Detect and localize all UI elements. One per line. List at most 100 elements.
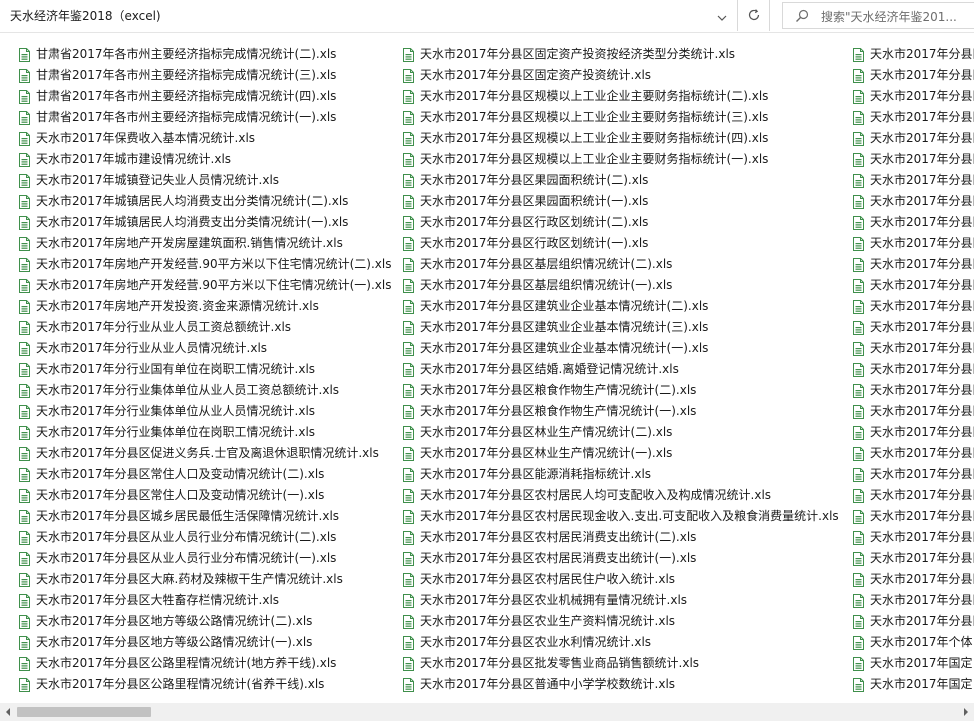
excel-file-icon <box>852 384 865 398</box>
excel-file-icon <box>852 615 865 629</box>
file-name: 天水市2017年分县区常住人口及变动情况统计(一).xls <box>36 488 325 502</box>
file-name: 天水市2017年分行业集体单位从业人员工资总额统计.xls <box>36 383 340 397</box>
file-name: 天水市2017年房地产开发经营.90平方米以下住宅情况统计(一).xls <box>36 278 392 292</box>
excel-file-icon <box>852 594 865 608</box>
file-name: 天水市2017年分县区农业生产资料情况统计.xls <box>420 614 676 628</box>
excel-file-icon <box>18 615 31 629</box>
file-name: 天水市2017年分县区林业生产情况统计(一).xls <box>420 446 673 460</box>
excel-file-icon <box>18 132 31 146</box>
excel-file-icon <box>852 300 865 314</box>
excel-file-icon <box>852 342 865 356</box>
excel-file-icon <box>18 216 31 230</box>
excel-file-icon <box>18 384 31 398</box>
horizontal-scrollbar[interactable] <box>0 703 974 721</box>
excel-file-icon <box>402 258 415 272</box>
file-name: 甘肃省2017年各市州主要经济指标完成情况统计(四).xls <box>36 89 337 103</box>
file-name: 天水市2017年保费收入基本情况统计.xls <box>36 131 256 145</box>
excel-file-icon <box>402 363 415 377</box>
excel-file-icon <box>18 279 31 293</box>
file-name: 天水市2017年城镇居民人均消费支出分类情况统计(一).xls <box>36 215 349 229</box>
file-name: 天水市2017年分行业集体单位从业人员情况统计.xls <box>36 404 316 418</box>
file-name: 天水市2017年分县区 <box>870 173 974 187</box>
file-name: 天水市2017年房地产开发经营.90平方米以下住宅情况统计(二).xls <box>36 257 392 271</box>
file-name: 天水市2017年分县区 <box>870 467 974 481</box>
excel-file-icon <box>852 153 865 167</box>
excel-file-icon <box>402 594 415 608</box>
excel-file-icon <box>852 363 865 377</box>
scroll-thumb[interactable] <box>17 707 151 717</box>
file-name: 天水市2017年分县区促进义务兵.士官及离退休退职情况统计.xls <box>36 446 379 460</box>
address-path-text: 天水经济年鉴2018（excel) <box>10 9 161 23</box>
file-name: 天水市2017年分县区固定资产投资按经济类型分类统计.xls <box>420 47 736 61</box>
excel-file-icon <box>18 363 31 377</box>
file-name: 天水市2017年分县区建筑业企业基本情况统计(一).xls <box>420 341 709 355</box>
excel-file-icon <box>402 321 415 335</box>
file-name: 天水市2017年分县区农村居民住户收入统计.xls <box>420 572 676 586</box>
file-name: 天水市2017年分县区 <box>870 362 974 376</box>
excel-file-icon <box>852 237 865 251</box>
excel-file-icon <box>402 216 415 230</box>
file-name: 天水市2017年分县区大麻.药材及辣椒干生产情况统计.xls <box>36 572 343 586</box>
excel-file-icon <box>18 111 31 125</box>
file-name: 天水市2017年分县区 <box>870 320 974 334</box>
file-name: 天水市2017年分县区基层组织情况统计(二).xls <box>420 257 673 271</box>
search-input[interactable]: 搜索"天水经济年鉴201... <box>821 8 957 25</box>
excel-file-icon <box>18 153 31 167</box>
excel-file-icon <box>18 69 31 83</box>
excel-file-icon <box>402 279 415 293</box>
excel-file-icon <box>402 69 415 83</box>
excel-file-icon <box>852 321 865 335</box>
file-name: 天水市2017年分县区 <box>870 530 974 544</box>
excel-file-icon <box>402 447 415 461</box>
file-name: 天水市2017年分县区 <box>870 236 974 250</box>
excel-file-icon <box>402 342 415 356</box>
file-name: 甘肃省2017年各市州主要经济指标完成情况统计(一).xls <box>36 110 337 124</box>
excel-file-icon <box>402 153 415 167</box>
excel-file-icon <box>18 636 31 650</box>
excel-file-icon <box>402 132 415 146</box>
file-name: 天水市2017年分县区公路里程情况统计(地方养干线).xls <box>36 656 337 670</box>
excel-file-icon <box>402 678 415 692</box>
file-name: 天水市2017年分县区 <box>870 404 974 418</box>
file-name: 天水市2017年分县区城乡居民最低生活保障情况统计.xls <box>36 509 340 523</box>
excel-file-icon <box>852 678 865 692</box>
file-name: 天水市2017年分县区规模以上工业企业主要财务指标统计(三).xls <box>420 110 769 124</box>
excel-file-icon <box>18 531 31 545</box>
address-bar[interactable]: 天水经济年鉴2018（excel) <box>0 0 738 31</box>
excel-file-icon <box>402 237 415 251</box>
excel-file-icon <box>402 384 415 398</box>
excel-file-icon <box>402 111 415 125</box>
file-name: 天水市2017年分县区 <box>870 194 974 208</box>
excel-file-icon <box>18 594 31 608</box>
file-name: 天水市2017年分县区 <box>870 278 974 292</box>
excel-file-icon <box>18 90 31 104</box>
file-name: 天水市2017年国定 <box>870 677 973 691</box>
excel-file-icon <box>402 615 415 629</box>
excel-file-icon <box>852 216 865 230</box>
chevron-down-icon[interactable] <box>716 9 728 21</box>
file-name: 天水市2017年分县区从业人员行业分布情况统计(一).xls <box>36 551 337 565</box>
excel-file-icon <box>18 48 31 62</box>
file-name: 天水市2017年分县区粮食作物生产情况统计(二).xls <box>420 383 697 397</box>
scroll-right-button[interactable] <box>958 703 974 721</box>
file-name: 天水市2017年分县区 <box>870 299 974 313</box>
excel-file-icon <box>852 258 865 272</box>
file-name: 天水市2017年分县区农村居民现金收入.支出.可支配收入及粮食消费量统计.xls <box>420 509 839 523</box>
file-name: 天水市2017年房地产开发房屋建筑面积.销售情况统计.xls <box>36 236 343 250</box>
address-bar-region: 天水经济年鉴2018（excel) 搜索"天水经济年鉴201... <box>0 0 974 33</box>
file-name: 天水市2017年分行业从业人员工资总额统计.xls <box>36 320 292 334</box>
file-name: 天水市2017年分县区农村居民消费支出统计(二).xls <box>420 530 697 544</box>
file-list: 甘肃省2017年各市州主要经济指标完成情况统计(二).xls 甘肃省2017年各市… <box>0 32 974 702</box>
scroll-left-button[interactable] <box>0 703 16 721</box>
file-name: 天水市2017年分县区行政区划统计(二).xls <box>420 215 649 229</box>
excel-file-icon <box>852 69 865 83</box>
file-name: 天水市2017年分县区果园面积统计(一).xls <box>420 194 649 208</box>
search-box[interactable]: 搜索"天水经济年鉴201... <box>782 2 974 29</box>
file-name: 天水市2017年分县区基层组织情况统计(一).xls <box>420 278 673 292</box>
excel-file-icon <box>402 300 415 314</box>
refresh-button[interactable] <box>738 0 770 31</box>
file-name: 天水市2017年分县区地方等级公路情况统计(一).xls <box>36 635 313 649</box>
excel-file-icon <box>18 489 31 503</box>
excel-file-icon <box>18 657 31 671</box>
excel-file-icon <box>402 573 415 587</box>
